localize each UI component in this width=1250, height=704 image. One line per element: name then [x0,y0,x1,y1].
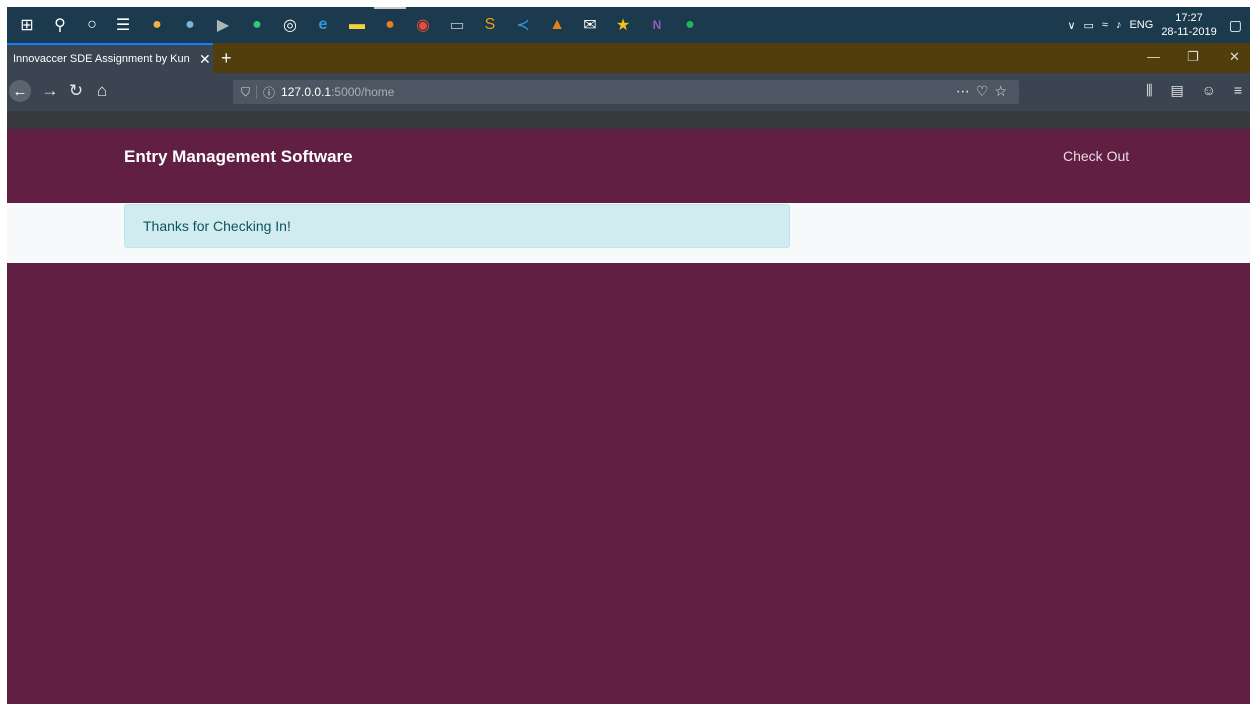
firefox-icon[interactable]: ● [374,7,406,37]
screen: ⊞ ⚲ ○ ☰ ● ● ▶ ● ◎ e ▬ ● ◉ ▭ S ≺ ▲ ✉ ★ N … [7,7,1250,704]
account-icon[interactable]: ☺ [1202,82,1216,98]
search-icon[interactable]: ⚲ [48,13,72,37]
clock[interactable]: 17:27 28-11-2019 [1161,11,1216,39]
battery-icon[interactable]: ▭ [1084,19,1094,32]
url-host: 127.0.0.1 [281,85,332,99]
media-player-icon[interactable]: ▶ [211,13,235,37]
close-window-icon[interactable]: ✕ [1229,49,1240,65]
shield-icon[interactable]: ⛉ [241,85,250,100]
checkin-success-alert: Thanks for Checking In! [124,204,790,248]
system-tray: ∨ ▭ ≈ ♪ ENG 17:27 28-11-2019 ▢ [1067,7,1250,43]
forward-icon[interactable]: → [39,81,61,101]
sublime-icon[interactable]: S [478,13,502,37]
notifications-icon[interactable]: ▢ [1229,17,1242,34]
library-icon[interactable]: ⫼ [1146,82,1152,98]
terminal-icon[interactable]: ▭ [445,13,469,37]
alert-container: Thanks for Checking In! [7,203,1250,263]
restore-icon[interactable]: ❐ [1187,49,1199,65]
settings-icon[interactable]: ◎ [278,13,302,37]
sidebar-icon[interactable]: ▤ [1171,82,1184,98]
pocket-icon[interactable]: ♡ [976,83,995,99]
back-icon[interactable]: ← [9,80,31,102]
mail-icon[interactable]: ✉ [578,13,602,37]
page-actions: ⋯♡☆ [956,83,1013,100]
chrome-icon[interactable]: ◉ [411,13,435,37]
more-actions-icon[interactable]: ⋯ [956,83,976,99]
chevron-up-icon[interactable]: ∨ [1067,19,1075,32]
whatsapp-icon[interactable]: ● [245,13,269,37]
wifi-icon[interactable]: ≈ [1102,19,1108,31]
windows-taskbar: ⊞ ⚲ ○ ☰ ● ● ▶ ● ◎ e ▬ ● ◉ ▭ S ≺ ▲ ✉ ★ N … [7,7,1250,43]
clock-time: 17:27 [1175,12,1203,24]
bookmark-star-icon[interactable]: ☆ [994,83,1013,99]
info-icon[interactable]: ⓘ [263,84,275,101]
photos-icon[interactable]: ● [145,13,169,37]
file-explorer-icon[interactable]: ▬ [345,13,369,37]
browser-icon[interactable]: ● [178,13,202,37]
browser-tab[interactable]: Innovaccer SDE Assignment by Kun ✕ [7,43,213,73]
spotify-icon[interactable]: ● [678,13,702,37]
menu-icon[interactable]: ≡ [1234,82,1242,98]
minimize-icon[interactable]: — [1147,49,1160,64]
cortana-icon[interactable]: ○ [80,13,104,37]
windows-start-icon[interactable]: ⊞ [15,13,39,37]
task-view-icon[interactable]: ☰ [111,13,135,37]
brand-title[interactable]: Entry Management Software [124,147,353,167]
check-out-link[interactable]: Check Out [1063,148,1129,164]
toolbar-right: ⫼ ▤ ☺ ≡ [1132,82,1250,99]
volume-icon[interactable]: ♪ [1116,19,1122,31]
tab-title: Innovaccer SDE Assignment by Kun [13,53,190,65]
edge-icon[interactable]: e [311,13,335,37]
navigation-toolbar: ← → ↻ ⌂ ⛉ ⓘ 127.0.0.1:5000/home ⋯♡☆ ⫼ ▤ … [7,73,1250,111]
vscode-icon[interactable]: ≺ [511,13,535,37]
url-path: :5000/home [331,85,395,99]
language-indicator[interactable]: ENG [1129,19,1153,31]
star-app-icon[interactable]: ★ [611,13,635,37]
clock-date: 28-11-2019 [1161,26,1217,38]
vlc-icon[interactable]: ▲ [545,13,569,37]
toolbar-divider [7,111,1250,129]
onenote-icon[interactable]: N [645,13,669,37]
reload-icon[interactable]: ↻ [65,81,87,101]
web-page: Entry Management Software Check Out Than… [7,129,1250,704]
url-bar[interactable]: ⛉ ⓘ 127.0.0.1:5000/home ⋯♡☆ [233,80,1019,104]
home-icon[interactable]: ⌂ [91,81,113,101]
new-tab-icon[interactable]: + [221,48,232,69]
close-tab-icon[interactable]: ✕ [199,51,211,68]
app-navbar: Entry Management Software Check Out [7,129,1250,203]
tab-strip: Innovaccer SDE Assignment by Kun ✕ + — ❐… [7,43,1250,73]
